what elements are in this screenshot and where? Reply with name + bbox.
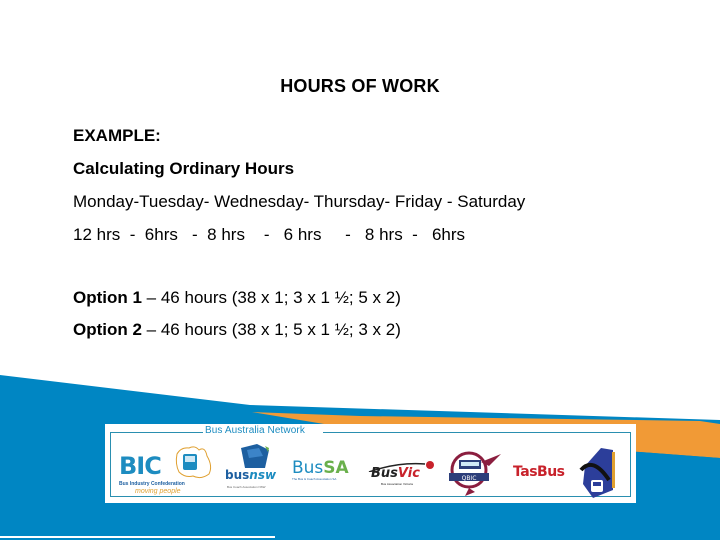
option-text: – 46 hours (38 x 1; 5 x 1 ½; 3 x 2) [141, 320, 401, 339]
subheading: Calculating Ordinary Hours [73, 159, 295, 178]
busnsw-wordmark: busnsw [225, 468, 276, 482]
option-text: – 46 hours (38 x 1; 3 x 1 ½; 5 x 2) [141, 288, 401, 307]
bus-australia-network-banner: Bus Australia Network BIC Bus Industry C… [105, 424, 636, 503]
bus-icon [241, 444, 269, 468]
days-line: Monday-Tuesday- Wednesday- Thursday- Fri… [73, 192, 526, 211]
qbic-logo: QBIC [445, 448, 505, 498]
busvic-wordmark: BusVic [371, 466, 420, 481]
option-label: Option 1 [73, 288, 142, 307]
option-1: Option 1 – 46 hours (38 x 1; 3 x 1 ½; 5 … [73, 288, 401, 308]
qbic-wordmark: QBIC [462, 475, 477, 482]
option-2: Option 2 – 46 hours (38 x 1; 5 x 1 ½; 3 … [73, 320, 401, 340]
qbic-emblem-icon: QBIC [449, 451, 501, 496]
busnsw-part2: nsw [249, 468, 277, 482]
bic-tagline: moving people [135, 488, 181, 495]
busvic-part2: Vic [397, 466, 420, 481]
busvic-logo: BusVic Bus Association Victoria [367, 460, 437, 490]
slide-title-text: HOURS OF WORK [280, 76, 440, 96]
bussa-logo: BusSA The Bus & Coach Association SA [292, 458, 362, 488]
example-label: EXAMPLE: [73, 126, 161, 145]
bussa-subtitle: The Bus & Coach Association SA [292, 477, 337, 481]
bic-logo: BIC Bus Industry Confederation moving pe… [119, 444, 219, 499]
busvic-subtitle: Bus Association Victoria [381, 482, 413, 486]
bussa-part2: SA [323, 458, 349, 478]
network-label: Bus Australia Network [203, 425, 307, 436]
bussa-wordmark: BusSA [292, 458, 349, 478]
busvic-part1: Bus [371, 466, 398, 481]
tasbus-logo: TasBus [513, 464, 573, 489]
bic-wordmark: BIC [119, 452, 162, 480]
busnsw-subtitle: Bus Coach Association NSW [227, 485, 266, 489]
bic-subtitle: Bus Industry Confederation [119, 481, 185, 487]
tasbus-wordmark: TasBus [513, 464, 565, 480]
busnsw-part1: bus [225, 468, 250, 482]
bus-wa-logo [579, 446, 619, 500]
wa-map-icon [579, 448, 615, 498]
hours-line: 12 hrs - 6hrs - 8 hrs - 6 hrs - 8 hrs - … [73, 225, 466, 244]
option-label: Option 2 [73, 320, 142, 339]
busnsw-logo: busnsw Bus Coach Association NSW [225, 444, 285, 499]
slide-title: HOURS OF WORK [0, 76, 720, 97]
bussa-part1: Bus [292, 458, 324, 478]
